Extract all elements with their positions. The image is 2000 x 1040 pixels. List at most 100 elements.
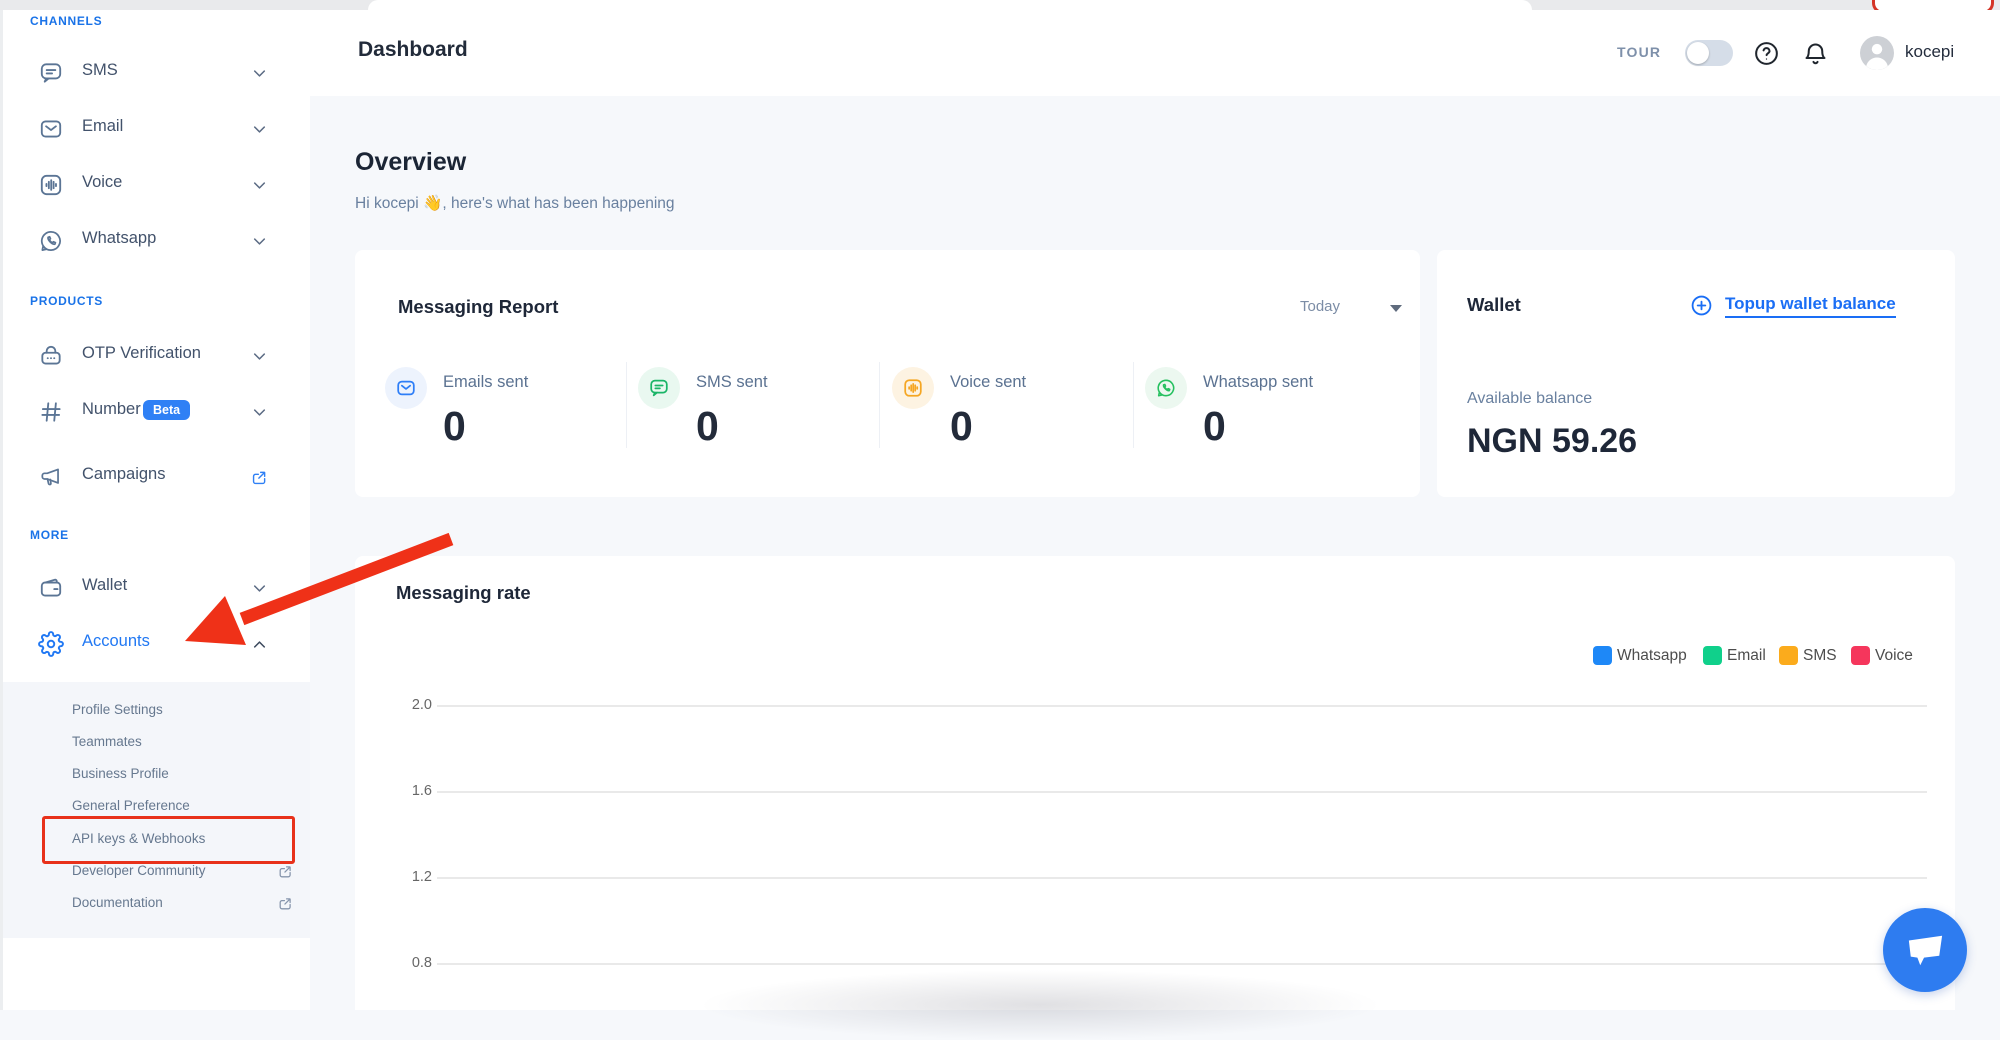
- wallet-icon: [38, 575, 64, 601]
- tour-toggle[interactable]: [1685, 40, 1733, 66]
- sidebar-item-label: Email: [82, 117, 123, 136]
- beta-badge: Beta: [143, 400, 190, 420]
- stat-label: Emails sent: [443, 373, 528, 392]
- legend-swatch-sms: [1779, 646, 1798, 665]
- window-edge: [0, 10, 3, 1010]
- header: [310, 10, 2000, 96]
- sidebar-item-label: Wallet: [82, 576, 127, 595]
- legend-label: Email: [1727, 647, 1766, 665]
- gridline: [437, 877, 1927, 879]
- tour-label: TOUR: [1617, 44, 1661, 60]
- otp-lock-icon: [38, 343, 64, 369]
- sidebar-item-accounts[interactable]: Accounts: [0, 616, 310, 672]
- sidebar-section-channels: CHANNELS: [30, 14, 102, 28]
- browser-tab: [368, 0, 1532, 10]
- stat-value: 0: [950, 403, 973, 450]
- legend-item-whatsapp: Whatsapp: [1593, 646, 1687, 665]
- chat-fab[interactable]: [1883, 908, 1967, 992]
- sidebar-item-label: Campaigns: [82, 465, 165, 484]
- sidebar-item-otp-verification[interactable]: OTP Verification: [0, 328, 310, 384]
- legend-item-sms: SMS: [1779, 646, 1837, 665]
- hash-icon: [38, 399, 64, 425]
- sidebar-item-label: Accounts: [82, 632, 150, 651]
- legend-swatch-voice: [1851, 646, 1870, 665]
- browser-strip: [0, 0, 2000, 10]
- legend-item-email: Email: [1703, 646, 1766, 665]
- sidebar-item-label: SMS: [82, 61, 118, 80]
- chevron-down-icon: [250, 403, 269, 422]
- messaging-report-title: Messaging Report: [398, 296, 558, 318]
- legend-label: Whatsapp: [1617, 647, 1687, 665]
- sidebar-item-email[interactable]: Email: [0, 101, 310, 157]
- chart-bottom-shadow: [700, 970, 1380, 1040]
- sidebar-item-whatsapp[interactable]: Whatsapp: [0, 213, 310, 269]
- legend-swatch-whatsapp: [1593, 646, 1612, 665]
- stat-divider: [1133, 362, 1134, 448]
- y-tick: 2.0: [392, 697, 432, 713]
- voice-icon: [38, 172, 64, 198]
- chevron-down-icon: [250, 120, 269, 139]
- accounts-submenu: Profile Settings Teammates Business Prof…: [0, 682, 310, 938]
- sidebar-item-campaigns[interactable]: Campaigns: [0, 449, 310, 505]
- sidebar-item-voice[interactable]: Voice: [0, 157, 310, 213]
- legend-swatch-email: [1703, 646, 1722, 665]
- chevron-up-icon: [250, 635, 269, 654]
- legend-label: Voice: [1875, 647, 1913, 665]
- sidebar-item-wallet[interactable]: Wallet: [0, 560, 310, 616]
- sidebar-section-products: PRODUCTS: [30, 294, 103, 308]
- plus-circle-icon: [1690, 294, 1713, 317]
- chevron-down-icon: [250, 232, 269, 251]
- sidebar-section-more: MORE: [30, 528, 69, 542]
- submenu-item-teammates[interactable]: Teammates: [72, 730, 142, 754]
- help-icon[interactable]: [1753, 40, 1780, 67]
- sidebar-item-sms[interactable]: SMS: [0, 45, 310, 101]
- messaging-rate-title: Messaging rate: [396, 582, 531, 604]
- sidebar-item-number[interactable]: Number Beta: [0, 384, 310, 440]
- sidebar-item-label: Voice: [82, 173, 122, 192]
- gridline: [437, 705, 1927, 707]
- whatsapp-sent-icon: [1145, 367, 1187, 409]
- stat-value: 0: [443, 403, 466, 450]
- chevron-down-icon: [250, 176, 269, 195]
- messaging-report-card: Messaging Report Today Emails sent 0 SMS…: [355, 250, 1420, 497]
- sidebar: CHANNELS SMS Email Voice Whatsapp PRODUC…: [0, 10, 310, 1010]
- overview-title: Overview: [355, 148, 466, 177]
- submenu-item-profile-settings[interactable]: Profile Settings: [72, 698, 163, 722]
- submenu-item-general-preference[interactable]: General Preference: [72, 794, 190, 818]
- whatsapp-icon: [38, 228, 64, 254]
- external-link-icon: [250, 468, 269, 487]
- email-icon: [38, 116, 64, 142]
- avatar[interactable]: [1860, 36, 1894, 70]
- emails-sent-icon: [385, 367, 427, 409]
- voice-sent-icon: [892, 367, 934, 409]
- topup-wallet-link[interactable]: Topup wallet balance: [1725, 294, 1896, 318]
- stat-value: 0: [696, 403, 719, 450]
- accounts-gear-icon: [38, 631, 64, 657]
- external-link-icon: [277, 895, 294, 912]
- sms-icon: [38, 60, 64, 86]
- overview-subtitle: Hi kocepi 👋, here's what has been happen…: [355, 194, 675, 213]
- period-dropdown[interactable]: Today: [1300, 298, 1340, 315]
- available-balance-value: NGN 59.26: [1467, 422, 1637, 461]
- submenu-item-documentation[interactable]: Documentation: [72, 891, 163, 915]
- stat-divider: [626, 362, 627, 448]
- gridline: [437, 963, 1927, 965]
- username[interactable]: kocepi: [1905, 42, 1954, 62]
- available-balance-label: Available balance: [1467, 390, 1592, 408]
- external-link-icon: [277, 863, 294, 880]
- stat-label: Whatsapp sent: [1203, 373, 1313, 392]
- legend-label: SMS: [1803, 647, 1837, 665]
- y-tick: 0.8: [392, 955, 432, 971]
- bell-icon[interactable]: [1802, 40, 1829, 67]
- stat-value: 0: [1203, 403, 1226, 450]
- sidebar-item-label: Whatsapp: [82, 229, 156, 248]
- messaging-rate-card: Messaging rate Whatsapp Email SMS Voice: [355, 556, 1955, 1010]
- stat-label: Voice sent: [950, 373, 1026, 392]
- submenu-item-business-profile[interactable]: Business Profile: [72, 762, 169, 786]
- campaigns-megaphone-icon: [38, 464, 64, 490]
- wallet-card: Wallet Topup wallet balance Available ba…: [1437, 250, 1955, 497]
- chat-bubble-icon: [1904, 931, 1946, 969]
- wallet-title: Wallet: [1467, 294, 1521, 316]
- chevron-down-icon: [250, 579, 269, 598]
- page-title: Dashboard: [358, 38, 468, 62]
